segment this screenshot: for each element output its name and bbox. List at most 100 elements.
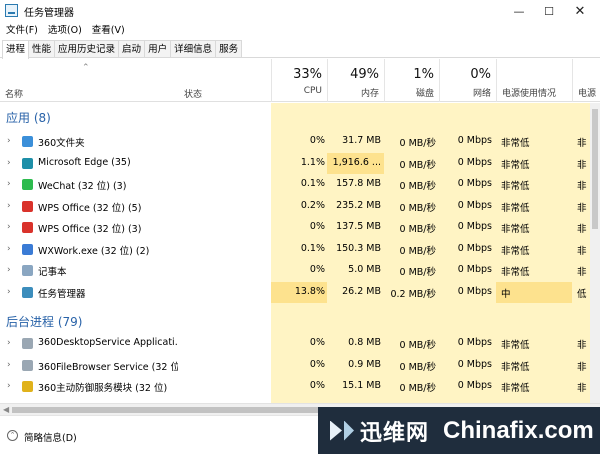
tab-performance[interactable]: 性能 (28, 40, 56, 57)
sort-caret-icon: ⌃ (82, 63, 90, 73)
process-list: 应用 (8) 后台进程 (79) › 360文件夹 0% 31.7 MB 0 MB/秒 0… (0, 103, 600, 403)
process-row[interactable]: › 360主动防御服务模块 (32 位) 0% 15.1 MB 0 MB/秒 0 Mbps… (0, 376, 600, 398)
power-usage-cell: 非常低 (501, 138, 530, 149)
tab-details[interactable]: 详细信息 (170, 40, 217, 57)
disk-cell: 0 MB/秒 (399, 245, 436, 257)
column-disk[interactable]: 1% 磁盘 (384, 59, 439, 102)
power-trend-cell: 非 (577, 138, 587, 149)
task-manager-icon (5, 4, 18, 17)
expand-chevron-icon[interactable]: › (7, 381, 11, 391)
disk-cell: 0 MB/秒 (399, 159, 436, 171)
memory-cell: 1,916.6 ... (332, 156, 381, 168)
process-row[interactable]: › 360文件夹 0% 31.7 MB 0 MB/秒 0 Mbps 非常低 非 (0, 131, 600, 153)
memory-cell: 157.8 MB (336, 178, 381, 189)
expand-chevron-icon[interactable]: › (7, 338, 11, 348)
disk-cell: 0 MB/秒 (399, 181, 436, 192)
process-row[interactable]: › WPS Office (32 位) (3) 0% 137.5 MB 0 MB/秒 0 … (0, 217, 600, 239)
network-cell: 0 Mbps (457, 199, 492, 211)
tab-processes[interactable]: 进程 (2, 40, 30, 59)
disk-cell: 0 MB/秒 (399, 138, 436, 149)
power-usage-cell: 非常低 (501, 224, 530, 235)
power-trend-cell: 非 (577, 245, 587, 257)
process-row[interactable]: › WPS Office (32 位) (5) 0.2% 235.2 MB 0 MB/秒… (0, 196, 600, 218)
column-name[interactable]: 名称 (5, 87, 23, 100)
expand-chevron-icon[interactable]: › (7, 201, 11, 211)
menu-view[interactable]: 查看(V) (90, 22, 127, 39)
network-cell: 0 Mbps (457, 285, 492, 297)
process-name: WXWork.exe (32 位) (2) (38, 245, 150, 257)
menu-bar: 文件(F) 选项(O) 查看(V) (0, 22, 600, 39)
column-cpu[interactable]: 33% CPU (271, 59, 327, 102)
power-usage-cell: 非常低 (501, 159, 530, 171)
power-trend-cell: 非 (577, 224, 587, 235)
expand-chevron-icon[interactable]: › (7, 244, 11, 254)
column-power-trend[interactable]: 电源 (572, 59, 600, 102)
process-row[interactable]: › 360FileBrowser Service (32 位) 0% 0.9 MB 0 … (0, 355, 600, 377)
process-name: WPS Office (32 位) (3) (38, 224, 142, 235)
process-name: 360主动防御服务模块 (32 位) (38, 383, 168, 394)
expand-chevron-icon[interactable]: › (7, 136, 11, 146)
maximize-button[interactable]: ☐ (535, 0, 563, 22)
expand-chevron-icon[interactable]: › (7, 179, 11, 189)
group-apps[interactable]: 应用 (8) (6, 109, 51, 126)
process-row[interactable]: › 360DesktopService Applicati... 0% 0.8 MB 0… (0, 333, 600, 355)
menu-options[interactable]: 选项(O) (46, 22, 84, 39)
cpu-cell: 0% (309, 221, 325, 232)
disk-percent: 1% (413, 67, 434, 82)
process-row[interactable]: › Microsoft Edge (35) 1.1% 1,916.6 ... 0 MB/… (0, 152, 600, 174)
power-usage-cell: 非常低 (501, 267, 530, 278)
memory-cell: 150.3 MB (336, 242, 381, 254)
scroll-left-icon[interactable]: ◀ (3, 405, 9, 414)
process-name: Microsoft Edge (35) (38, 156, 131, 168)
menu-file[interactable]: 文件(F) (4, 22, 40, 39)
process-row[interactable]: › WXWork.exe (32 位) (2) 0.1% 150.3 MB 0 MB/秒… (0, 239, 600, 261)
power-usage-cell: 非常低 (501, 383, 530, 394)
process-name: 任务管理器 (38, 288, 86, 300)
tab-startup[interactable]: 启动 (118, 40, 146, 57)
column-status[interactable]: 状态 (184, 87, 202, 100)
expand-chevron-icon[interactable]: › (7, 158, 11, 168)
expand-chevron-icon[interactable]: › (7, 287, 11, 297)
close-button[interactable]: ✕ (566, 0, 594, 22)
vertical-scroll-thumb[interactable] (592, 109, 598, 229)
cpu-cell: 0.2% (300, 199, 325, 211)
network-label: 网络 (472, 89, 491, 99)
process-name: 360FileBrowser Service (32 位) (38, 361, 178, 373)
expand-chevron-icon[interactable]: › (7, 222, 11, 232)
power-usage-cell: 中 (501, 288, 511, 300)
column-power-usage[interactable]: 电源使用情况 (496, 59, 572, 102)
process-row[interactable]: › 记事本 0% 5.0 MB 0 MB/秒 0 Mbps 非常低 非 (0, 260, 600, 282)
collapse-icon[interactable]: ⌃ (7, 430, 18, 441)
network-cell: 0 Mbps (457, 242, 492, 254)
app-icon (22, 286, 33, 298)
memory-cell: 137.5 MB (336, 221, 381, 232)
power-usage-cell: 非常低 (501, 245, 530, 257)
column-memory[interactable]: 49% 内存 (327, 59, 384, 102)
network-cell: 0 Mbps (457, 358, 492, 370)
process-row[interactable]: › WeChat (32 位) (3) 0.1% 157.8 MB 0 MB/秒 0 Mb… (0, 174, 600, 196)
process-row[interactable]: › 任务管理器 13.8% 26.2 MB 0.2 MB/秒 0 Mbps 中 低 (0, 281, 600, 303)
app-icon (22, 381, 33, 392)
app-icon (22, 136, 33, 147)
tab-strip: 进程 性能 应用历史记录 启动 用户 详细信息 服务 (0, 39, 600, 59)
power-usage-label: 电源使用情况 (502, 89, 557, 99)
power-trend-label: 电源 (578, 89, 597, 99)
cpu-label: CPU (303, 86, 322, 96)
fewer-details-link[interactable]: 简略信息(D) (24, 430, 77, 444)
network-cell: 0 Mbps (457, 156, 492, 168)
window-title: 任务管理器 (24, 8, 74, 19)
expand-chevron-icon[interactable]: › (7, 360, 11, 370)
watermark-logo-accent-icon (344, 420, 354, 441)
tab-app-history[interactable]: 应用历史记录 (54, 40, 120, 57)
power-trend-cell: 非 (577, 181, 587, 192)
minimize-button[interactable]: — (505, 0, 533, 22)
tab-services[interactable]: 服务 (215, 40, 243, 57)
expand-chevron-icon[interactable]: › (7, 265, 11, 275)
title-bar: 任务管理器 — ☐ ✕ (0, 0, 600, 22)
group-background[interactable]: 后台进程 (79) (6, 313, 82, 330)
app-icon (22, 243, 33, 255)
column-network[interactable]: 0% 网络 (439, 59, 496, 102)
tab-users[interactable]: 用户 (144, 40, 172, 57)
app-icon (22, 359, 33, 371)
vertical-scrollbar[interactable] (590, 103, 600, 403)
